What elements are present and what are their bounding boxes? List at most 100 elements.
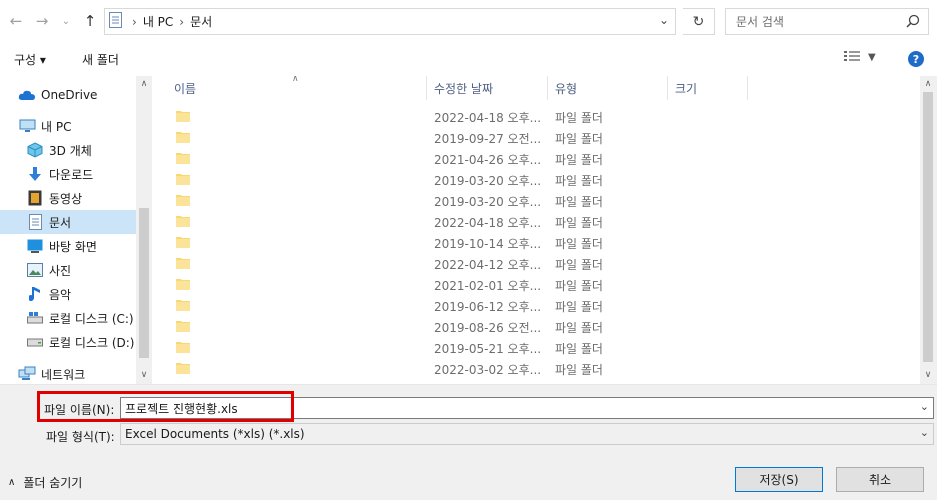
table-row[interactable]: 2019-06-12 오후... 파일 폴더 xyxy=(162,295,920,316)
breadcrumb-item-pc[interactable]: 내 PC xyxy=(143,13,173,30)
cube-icon xyxy=(26,142,44,158)
music-note-icon xyxy=(26,286,44,302)
filetype-label: 파일 형식(T): xyxy=(46,430,115,444)
scroll-down-icon[interactable]: ∨ xyxy=(920,370,936,380)
nav-item-label: 다운로드 xyxy=(49,167,94,182)
column-divider[interactable] xyxy=(667,76,668,100)
help-button[interactable]: ? xyxy=(908,51,924,67)
arrow-up-icon: ↑ xyxy=(83,12,97,30)
folder-icon xyxy=(176,257,190,269)
column-header-size[interactable]: 크기 xyxy=(675,80,697,97)
nav-item-pictures[interactable]: 사진 xyxy=(26,258,152,282)
table-row[interactable]: 2021-04-26 오후... 파일 폴더 xyxy=(162,148,920,169)
folder-icon xyxy=(176,194,190,206)
table-row[interactable]: 2019-03-20 오후... 파일 폴더 xyxy=(162,190,920,211)
back-button[interactable]: ← xyxy=(6,10,26,32)
column-header-name[interactable]: 이름 xyxy=(174,80,196,97)
file-type: 파일 폴더 xyxy=(555,258,603,272)
nav-item-downloads[interactable]: 다운로드 xyxy=(26,162,152,186)
table-row[interactable]: 2019-09-27 오전... 파일 폴더 xyxy=(162,127,920,148)
recent-locations-button[interactable]: ⌄ xyxy=(56,10,76,32)
scroll-up-icon[interactable]: ∧ xyxy=(920,79,936,89)
navpane-scrollbar[interactable]: ∧ ∨ xyxy=(136,76,152,384)
search-placeholder: 문서 검색 xyxy=(736,15,784,29)
chevron-up-icon: ∧ xyxy=(8,477,16,488)
hide-folders-button[interactable]: ∧ 폴더 숨기기 xyxy=(8,474,82,491)
file-date: 2021-04-26 오후... xyxy=(434,153,542,167)
nav-item-music[interactable]: 음악 xyxy=(26,282,152,306)
new-folder-button[interactable]: 새 폴더 xyxy=(82,51,119,68)
file-date: 2019-03-20 오후... xyxy=(434,195,542,209)
nav-item-label: 문서 xyxy=(49,215,72,230)
table-row[interactable]: 2019-08-26 오전... 파일 폴더 xyxy=(162,316,920,337)
filelist-scrollbar[interactable]: ∧ ∨ xyxy=(920,76,937,384)
folder-icon xyxy=(176,236,190,248)
file-type: 파일 폴더 xyxy=(555,279,603,293)
table-row[interactable]: 2019-03-20 오후... 파일 폴더 xyxy=(162,169,920,190)
breadcrumb-item-documents[interactable]: 문서 xyxy=(190,13,212,30)
document-icon xyxy=(26,214,44,230)
navigation-pane[interactable]: OneDrive 내 PC 3D 개체 다운로드 동영상 문서 바탕 화면 사진… xyxy=(0,76,152,384)
refresh-button[interactable]: ↻ xyxy=(683,8,715,35)
nav-item-documents[interactable]: 문서 xyxy=(0,210,136,234)
chevron-down-icon[interactable]: ⌄ xyxy=(659,13,669,27)
file-type: 파일 폴더 xyxy=(555,132,603,146)
file-date: 2021-02-01 오후... xyxy=(434,279,542,293)
nav-item-desktop[interactable]: 바탕 화면 xyxy=(26,234,152,258)
sort-ascending-icon: ∧ xyxy=(292,76,299,84)
filetype-value: Excel Documents (*xls) (*.xls) xyxy=(125,427,305,441)
file-date: 2019-05-21 오후... xyxy=(434,342,542,356)
nav-item-local-disk-c[interactable]: 로컬 디스크 (C:) xyxy=(26,306,152,330)
table-row[interactable]: 2019-10-14 오후... 파일 폴더 xyxy=(162,232,920,253)
scrollbar-thumb[interactable] xyxy=(139,208,149,358)
filetype-select[interactable]: Excel Documents (*xls) (*.xls) ⌄ xyxy=(120,423,934,445)
organize-button[interactable]: 구성 ▾ xyxy=(14,51,46,68)
file-type: 파일 폴더 xyxy=(555,342,603,356)
scroll-down-icon[interactable]: ∨ xyxy=(136,370,152,380)
arrow-right-icon: → xyxy=(35,12,49,30)
forward-button[interactable]: → xyxy=(32,10,52,32)
file-type: 파일 폴더 xyxy=(555,363,603,377)
file-type: 파일 폴더 xyxy=(555,321,603,335)
column-header-date[interactable]: 수정한 날짜 xyxy=(434,80,493,97)
up-button[interactable]: ↑ xyxy=(80,10,100,32)
nav-item-label: 내 PC xyxy=(41,119,72,134)
nav-item-3d-objects[interactable]: 3D 개체 xyxy=(26,138,152,162)
column-divider[interactable] xyxy=(426,76,427,100)
nav-item-videos[interactable]: 동영상 xyxy=(26,186,152,210)
table-row[interactable]: 2022-04-12 오후... 파일 폴더 xyxy=(162,253,920,274)
table-row[interactable]: 2021-02-01 오후... 파일 폴더 xyxy=(162,274,920,295)
hide-folders-label: 폴더 숨기기 xyxy=(23,476,83,490)
chevron-down-icon[interactable]: ⌄ xyxy=(920,400,929,413)
nav-item-label: 사진 xyxy=(49,263,72,278)
scrollbar-thumb[interactable] xyxy=(923,92,933,362)
table-row[interactable]: 2019-05-21 오후... 파일 폴더 xyxy=(162,337,920,358)
column-divider[interactable] xyxy=(747,76,748,100)
folder-icon xyxy=(176,278,190,290)
nav-item-this-pc[interactable]: 내 PC xyxy=(18,114,152,138)
table-row[interactable]: 2022-04-18 오후... 파일 폴더 xyxy=(162,106,920,127)
nav-item-network[interactable]: 네트워크 xyxy=(18,362,152,384)
column-divider[interactable] xyxy=(547,76,548,100)
breadcrumb-separator-icon: › xyxy=(132,14,137,29)
table-row[interactable]: 2022-04-18 오후... 파일 폴더 xyxy=(162,211,920,232)
table-row[interactable]: 2022-03-02 오후... 파일 폴더 xyxy=(162,358,920,379)
drive-icon xyxy=(26,310,44,326)
nav-item-label: OneDrive xyxy=(41,88,98,102)
file-date: 2022-04-12 오후... xyxy=(434,258,542,272)
cancel-button[interactable]: 취소 xyxy=(836,467,924,492)
file-date: 2019-08-26 오전... xyxy=(434,321,542,335)
change-view-button[interactable]: ▼ xyxy=(844,50,876,65)
nav-item-label: 동영상 xyxy=(49,191,83,206)
nav-item-onedrive[interactable]: OneDrive xyxy=(18,83,152,107)
file-list[interactable]: ∧ 이름 수정한 날짜 유형 크기 2022-04-18 오후... 파일 폴더 2… xyxy=(162,76,920,384)
address-bar[interactable]: › 내 PC › 문서 ⌄ xyxy=(104,8,676,35)
search-input[interactable]: 문서 검색 xyxy=(725,8,929,35)
file-type: 파일 폴더 xyxy=(555,174,603,188)
cloud-icon xyxy=(18,87,36,103)
nav-item-local-disk-d[interactable]: 로컬 디스크 (D:) xyxy=(26,330,152,354)
save-button[interactable]: 저장(S) xyxy=(735,467,823,492)
column-header-type[interactable]: 유형 xyxy=(555,80,577,97)
file-type: 파일 폴더 xyxy=(555,153,603,167)
scroll-up-icon[interactable]: ∧ xyxy=(136,79,152,89)
